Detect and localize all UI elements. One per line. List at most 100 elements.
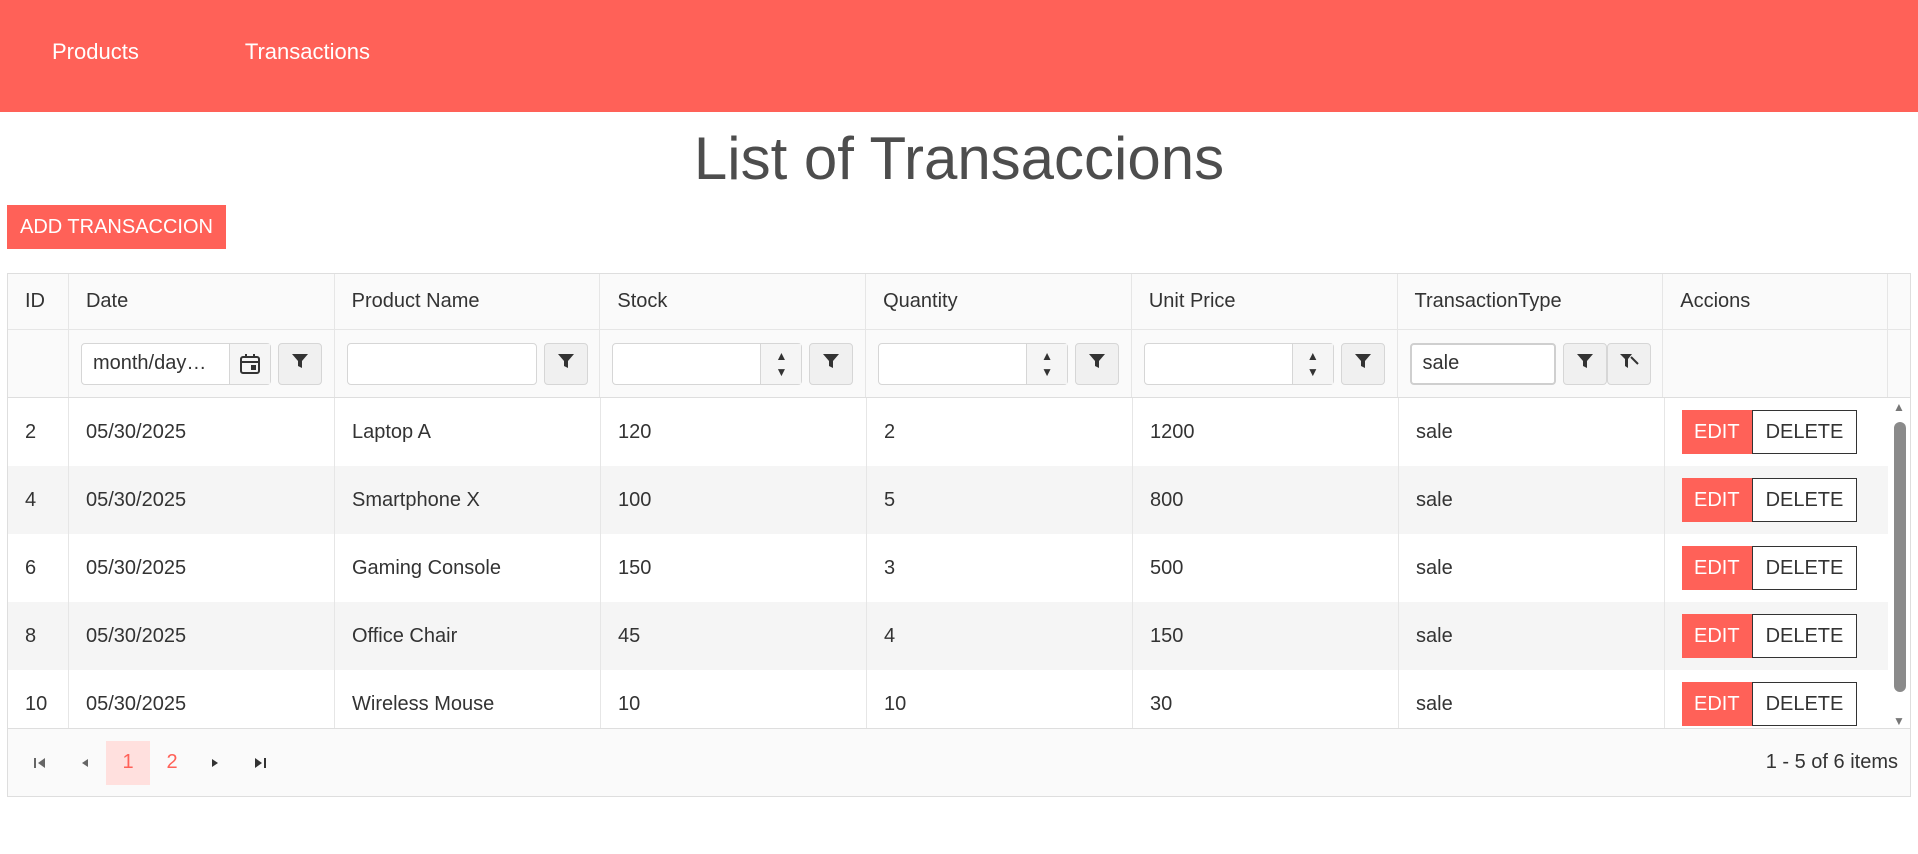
filter-name-cell [335, 330, 601, 397]
column-header-date[interactable]: Date [69, 274, 335, 329]
quantity-filter-input[interactable]: ▲ ▼ [878, 342, 1069, 385]
filter-icon [1354, 352, 1372, 376]
scroll-up-icon[interactable]: ▲ [1893, 400, 1905, 414]
cell-product-name: Smartphone X [335, 466, 601, 534]
cell-stock: 150 [601, 534, 867, 602]
filter-type-cell: sale [1398, 330, 1664, 397]
cell-unit-price: 1200 [1133, 398, 1399, 466]
edit-button[interactable]: EDIT [1682, 682, 1752, 726]
column-header-id[interactable]: ID [8, 274, 69, 329]
add-transaction-button[interactable]: ADD TRANSACCION [7, 205, 226, 249]
cell-date: 05/30/2025 [69, 534, 335, 602]
top-navbar: Products Transactions [0, 0, 1918, 112]
filter-date-cell: month/day… [69, 330, 335, 397]
cell-date: 05/30/2025 [69, 398, 335, 466]
nav-transactions[interactable]: Transactions [245, 39, 370, 65]
date-filter-input[interactable]: month/day… [80, 342, 271, 385]
filter-actions-empty [1663, 330, 1889, 397]
delete-button[interactable]: DELETE [1751, 682, 1858, 726]
product-name-filter-input[interactable] [346, 342, 537, 385]
column-header-product-name[interactable]: Product Name [335, 274, 601, 329]
vertical-scrollbar[interactable]: ▲ ▼ [1888, 398, 1910, 730]
spin-up-icon[interactable]: ▲ [1307, 348, 1319, 364]
product-name-filter-button[interactable] [543, 342, 588, 385]
date-filter-button[interactable] [277, 342, 322, 385]
next-page-icon[interactable] [194, 741, 238, 785]
cell-unit-price: 500 [1133, 534, 1399, 602]
spin-down-icon[interactable]: ▼ [1041, 364, 1053, 380]
scroll-thumb[interactable] [1894, 422, 1906, 692]
transactions-grid: ID Date Product Name Stock Quantity Unit… [7, 273, 1911, 797]
spin-up-icon[interactable]: ▲ [1041, 348, 1053, 364]
stock-spinner[interactable]: ▲ ▼ [760, 343, 802, 384]
delete-button[interactable]: DELETE [1751, 410, 1858, 454]
unit-price-filter-button[interactable] [1340, 342, 1385, 385]
cell-transaction-type: sale [1399, 602, 1665, 670]
edit-button[interactable]: EDIT [1682, 410, 1752, 454]
filter-icon [822, 352, 840, 376]
cell-actions: EDIT DELETE [1665, 602, 1890, 670]
spin-down-icon[interactable]: ▼ [1307, 364, 1319, 380]
edit-button[interactable]: EDIT [1682, 546, 1752, 590]
filter-row: month/day… ▲ ▼ ▲ ▼ ▲ ▼ sale [8, 330, 1910, 398]
table-row: 2 05/30/2025 Laptop A 120 2 1200 sale ED… [8, 398, 1910, 466]
cell-quantity: 4 [867, 602, 1133, 670]
cell-transaction-type: sale [1399, 398, 1665, 466]
page-title: List of Transaccions [693, 125, 1225, 192]
column-header-actions: Accions [1663, 274, 1889, 329]
spin-up-icon[interactable]: ▲ [775, 348, 787, 364]
first-page-icon[interactable] [18, 741, 62, 785]
cell-unit-price: 800 [1133, 466, 1399, 534]
cell-product-name: Gaming Console [335, 534, 601, 602]
quantity-filter-button[interactable] [1075, 342, 1120, 385]
pager: 1 2 1 - 5 of 6 items [8, 728, 1910, 796]
previous-page-icon[interactable] [62, 741, 106, 785]
column-header-transaction-type[interactable]: TransactionType [1398, 274, 1664, 329]
cell-quantity: 5 [867, 466, 1133, 534]
filter-id-empty [8, 330, 69, 397]
nav-products[interactable]: Products [52, 39, 139, 65]
cell-id: 6 [8, 534, 69, 602]
delete-button[interactable]: DELETE [1751, 546, 1858, 590]
cell-product-name: Wireless Mouse [335, 670, 601, 730]
page-1-button[interactable]: 1 [106, 740, 150, 785]
unit-price-filter-input[interactable]: ▲ ▼ [1143, 342, 1334, 385]
stock-filter-input[interactable]: ▲ ▼ [612, 342, 803, 385]
table-row: 8 05/30/2025 Office Chair 45 4 150 sale … [8, 602, 1910, 670]
spin-down-icon[interactable]: ▼ [775, 364, 787, 380]
edit-button[interactable]: EDIT [1682, 478, 1752, 522]
table-row: 10 05/30/2025 Wireless Mouse 10 10 30 sa… [8, 670, 1910, 730]
filter-icon [291, 352, 309, 376]
delete-button[interactable]: DELETE [1751, 614, 1858, 658]
clear-filter-button[interactable] [1606, 342, 1651, 385]
page-2-button[interactable]: 2 [150, 741, 194, 785]
transaction-type-filter-input[interactable]: sale [1409, 342, 1556, 385]
cell-product-name: Office Chair [335, 602, 601, 670]
delete-button[interactable]: DELETE [1751, 478, 1858, 522]
cell-unit-price: 30 [1133, 670, 1399, 730]
column-header-stock[interactable]: Stock [600, 274, 867, 329]
last-page-icon[interactable] [238, 741, 282, 785]
cell-stock: 45 [601, 602, 867, 670]
scroll-down-icon[interactable]: ▼ [1893, 714, 1905, 728]
column-header-quantity[interactable]: Quantity [866, 274, 1132, 329]
cell-transaction-type: sale [1399, 534, 1665, 602]
filter-scroll-spacer [1888, 330, 1910, 397]
stock-filter-button[interactable] [809, 342, 854, 385]
calendar-icon[interactable] [228, 343, 270, 384]
cell-actions: EDIT DELETE [1665, 534, 1890, 602]
table-row: 4 05/30/2025 Smartphone X 100 5 800 sale… [8, 466, 1910, 534]
quantity-spinner[interactable]: ▲ ▼ [1026, 343, 1068, 384]
transaction-type-filter-button[interactable] [1562, 342, 1607, 385]
cell-quantity: 3 [867, 534, 1133, 602]
filter-price-cell: ▲ ▼ [1132, 330, 1398, 397]
column-header-unit-price[interactable]: Unit Price [1132, 274, 1398, 329]
cell-quantity: 2 [867, 398, 1133, 466]
cell-actions: EDIT DELETE [1665, 670, 1890, 730]
cell-date: 05/30/2025 [69, 466, 335, 534]
filter-icon [557, 352, 575, 376]
cell-product-name: Laptop A [335, 398, 601, 466]
price-spinner[interactable]: ▲ ▼ [1291, 343, 1333, 384]
edit-button[interactable]: EDIT [1682, 614, 1752, 658]
cell-date: 05/30/2025 [69, 602, 335, 670]
